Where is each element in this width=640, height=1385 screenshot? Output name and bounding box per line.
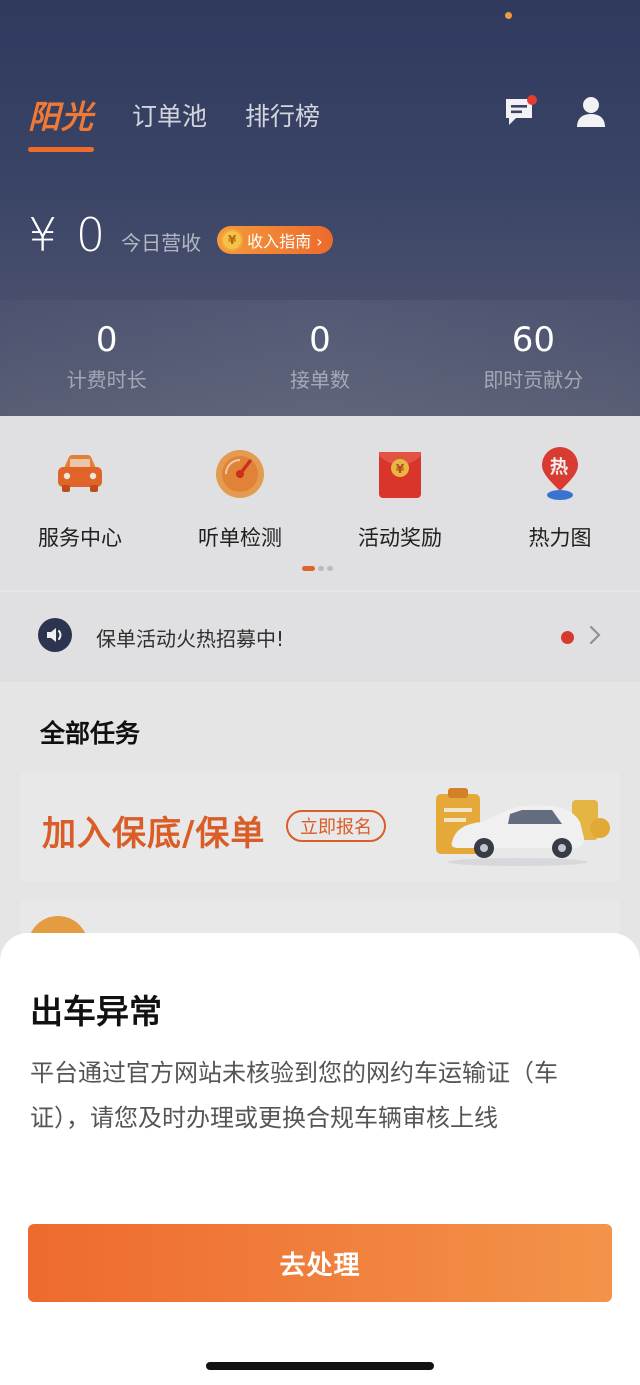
alert-bottom-sheet: 出车异常 平台通过官方网站未核验到您的网约车运输证（车证），请您及时办理或更换合… [0,933,640,1385]
stat-label: 即时贡献分 [483,368,584,392]
earnings-row: ¥ 0 今日营收 ¥ 收入指南 › [28,208,333,262]
sheet-body: 平台通过官方网站未核验到您的网约车运输证（车证），请您及时办理或更换合规车辆审核… [30,1059,558,1132]
stat-value: 0 [95,320,118,360]
stat-order-count[interactable]: 0 接单数 [213,320,426,393]
income-guide-label: 收入指南 › [247,232,323,251]
tab-brand[interactable]: 阳光 [28,92,95,152]
stats-row: 0 计费时长 0 接单数 60 即时贡献分 [0,320,640,393]
coin-icon: ¥ [221,229,244,251]
earnings-label: 今日营收 [121,230,202,255]
camera-indicator [505,12,512,19]
earnings-amount: ¥ 0 [28,208,108,262]
stat-contribution-score[interactable]: 60 即时贡献分 [427,320,640,393]
stat-label: 计费时长 [66,368,147,392]
user-icon[interactable] [576,96,606,132]
header: 阳光 订单池 排行榜 ¥ 0 今日营收 ¥ 收入指南 › 0 计费时长 0 接单… [0,0,640,416]
income-guide-button[interactable]: ¥ 收入指南 › [217,226,333,254]
tab-ranking[interactable]: 排行榜 [245,97,320,133]
stat-value: 60 [511,320,555,360]
top-tabs: 阳光 订单池 排行榜 [28,92,320,152]
message-badge [527,95,537,105]
stat-value: 0 [309,320,331,360]
stat-label: 接单数 [289,368,350,392]
stat-billing-duration[interactable]: 0 计费时长 [0,320,213,393]
handle-button[interactable]: 去处理 [28,1224,612,1302]
tab-order-pool[interactable]: 订单池 [132,97,207,133]
sheet-title: 出车异常 [30,992,162,1031]
home-indicator[interactable] [206,1362,434,1370]
